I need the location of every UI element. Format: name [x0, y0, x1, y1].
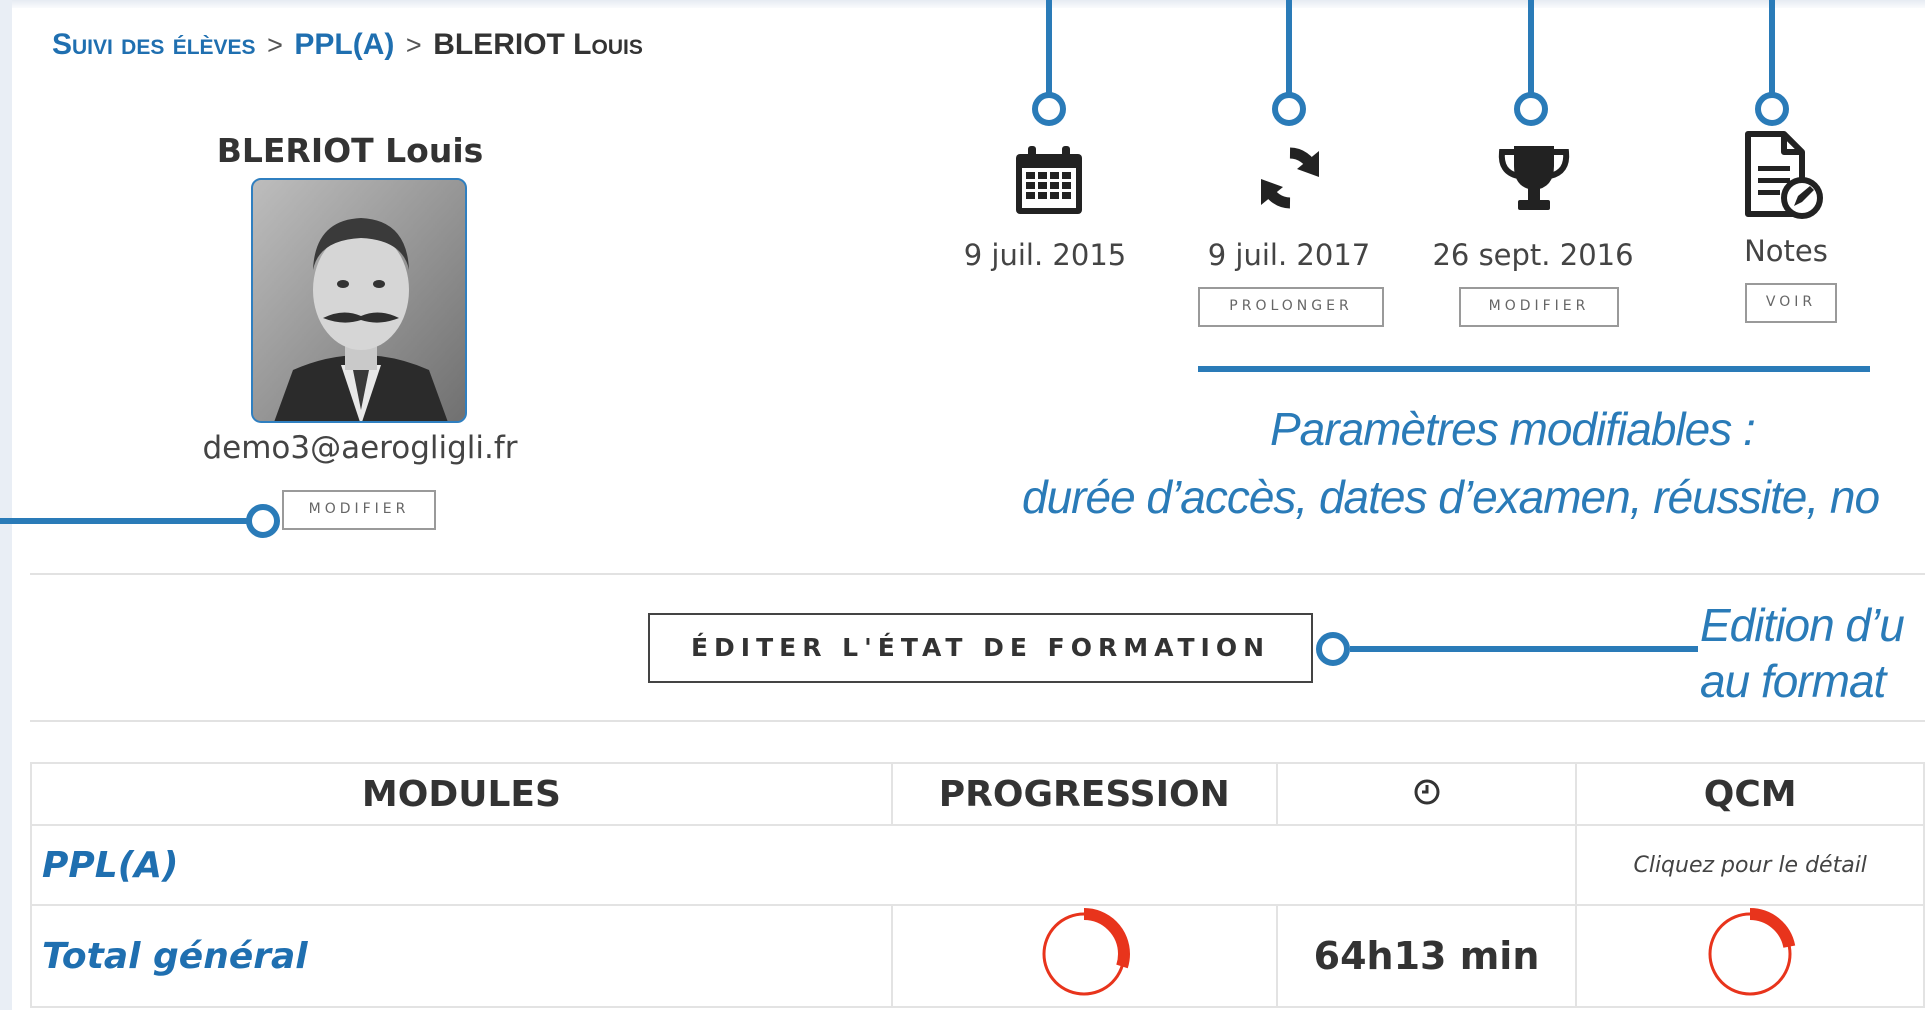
breadcrumb-separator: > — [267, 30, 283, 60]
qcm-donut — [1704, 908, 1797, 1000]
breadcrumb-course-link[interactable]: PPL(A) — [294, 28, 394, 61]
column-header-qcm: QCM — [1575, 762, 1925, 826]
access-end-date: 9 juil. 2017 — [1207, 238, 1371, 272]
table-row: PPL(A) Cliquez pour le détail — [29, 824, 1925, 906]
student-name: BLERIOT Louis — [216, 131, 484, 170]
breadcrumb-root-link[interactable]: Suivi des élèves — [52, 28, 256, 61]
notes-label: Notes — [1744, 234, 1828, 268]
notes-icon — [1740, 130, 1824, 224]
callout-line — [1046, 0, 1052, 94]
calendar-icon — [1012, 144, 1086, 220]
edit-annotation-line1: Edition d’u — [1700, 599, 1905, 651]
table-row: Total général 64h13 min — [30, 904, 1925, 1008]
total-label: Total général — [30, 904, 893, 1008]
breadcrumb-separator: > — [405, 30, 422, 60]
student-photo — [251, 178, 467, 423]
callout-line — [1350, 646, 1698, 652]
trophy-icon — [1496, 142, 1572, 218]
edit-training-state-button[interactable]: ÉDITER L'ÉTAT DE FORMATION — [648, 613, 1313, 683]
student-email: demo3@aerogligli.fr — [202, 430, 518, 466]
modify-success-date-button[interactable]: MODIFIER — [1459, 287, 1619, 327]
callout-ring — [1032, 92, 1066, 126]
column-header-modules: MODULES — [30, 762, 893, 826]
section-divider — [30, 720, 1925, 722]
view-notes-button[interactable]: VOIR — [1745, 283, 1837, 323]
left-gutter — [0, 0, 12, 1010]
qcm-donut-cell[interactable] — [1575, 904, 1925, 1008]
table-header-row: MODULES PROGRESSION QCM — [30, 762, 1925, 826]
callout-ring — [246, 504, 280, 538]
callout-bracket — [1198, 366, 1870, 372]
callout-ring — [1316, 632, 1350, 666]
access-start-date: 9 juil. 2015 — [963, 238, 1127, 272]
module-name-link[interactable]: PPL(A) — [29, 824, 1578, 906]
section-divider — [30, 573, 1925, 575]
callout-ring — [1272, 92, 1306, 126]
extend-access-button[interactable]: PROLONGER — [1198, 287, 1384, 327]
total-time: 64h13 min — [1275, 904, 1578, 1008]
callout-ring — [1755, 92, 1789, 126]
clock-icon — [1414, 779, 1440, 804]
callout-line — [0, 518, 252, 524]
progression-donut — [1038, 908, 1131, 1000]
callout-line — [1286, 0, 1292, 94]
column-header-progression: PROGRESSION — [890, 762, 1278, 826]
exam-success-date: 26 sept. 2016 — [1432, 238, 1634, 272]
progression-donut-cell[interactable] — [890, 904, 1278, 1008]
modify-email-button[interactable]: MODIFIER — [282, 490, 436, 530]
callout-line — [1528, 0, 1534, 94]
progress-table: MODULES PROGRESSION QCM PPL(A) Cliquez p… — [29, 762, 1925, 1008]
breadcrumb: Suivi des élèves > PPL(A) > BLERIOT Loui… — [52, 28, 643, 62]
breadcrumb-current: BLERIOT Louis — [433, 28, 643, 61]
params-annotation-detail: durée d’accès, dates d’examen, réussite,… — [1022, 471, 1880, 523]
refresh-icon — [1257, 145, 1323, 215]
top-shadow — [0, 0, 1925, 8]
callout-ring — [1514, 92, 1548, 126]
qcm-detail-hint[interactable]: Cliquez pour le détail — [1575, 824, 1925, 906]
column-header-time — [1275, 762, 1578, 826]
edit-annotation-line2: au format — [1700, 655, 1886, 707]
callout-line — [1769, 0, 1775, 94]
params-annotation-title: Paramètres modifiables : — [1270, 403, 1756, 455]
